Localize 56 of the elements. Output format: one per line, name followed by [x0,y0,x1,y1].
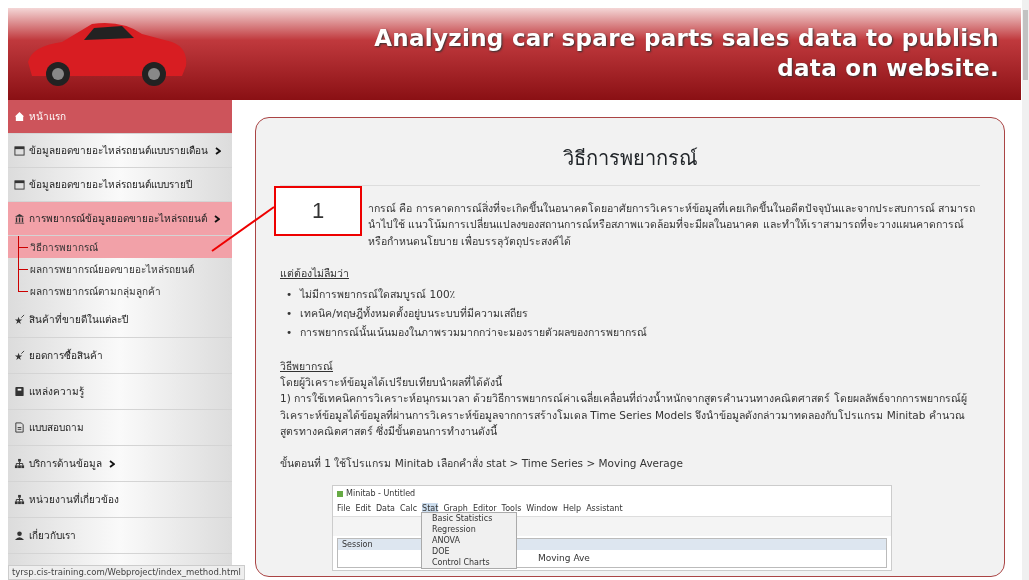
menu-option[interactable]: Basic Statistics [422,513,516,525]
book-icon [14,386,25,397]
star-icon [14,314,25,325]
menu-option[interactable]: ANOVA [422,535,516,547]
step-text: ขั้นตอนที่ 1 ใช้โปรแกรม Minitab เลือกคำสั่ง stat > Time Series > Moving Average [280,455,684,472]
sidebar-item[interactable]: หน่วยงานที่เกี่ยวข้อง [8,482,232,518]
menu-item[interactable]: Assistant [586,503,623,516]
menu-item[interactable]: Tools [501,503,522,516]
calendar-icon [14,145,25,156]
scrollbar[interactable] [1022,0,1029,580]
bullet-marker: • [286,305,293,321]
leader-line [210,205,276,253]
building-icon [14,213,25,224]
intro-paragraph: ากรณ์ คือ การคาดการณ์สิ่งที่จะเกิดขึ้นในอนาคตโดยอาศัยการวิเคราะห์ข้อมูลที่เคยเกิดขึ้นในอดีตปัจจุบันและจากประสบการณ์ สามารถนำไปใช้ แนวโน้มการเปลี่ยนแปลงของสถานการณ์หรือสภาพแวดล้อมที่จะมีผลในอนาคต และทำให้เราสามารถที่จะวางแผนคาดการณ์ หรือกำหนดนโยบาย เพื่อบรรลุวัตถุประสงค์ได้ [368,200,976,249]
menu-option[interactable]: Control Charts [422,557,516,569]
menu-option[interactable]: DOE [422,546,516,558]
submenu-item[interactable]: ผลการพยากรณ์ตามกลุ่มลูกค้า [18,280,232,302]
bullet-item: เทคนิค/ทฤษฎีทั้งหมดตั้งอยู่บนระบบที่มีความเสถียร [300,305,528,322]
sidebar-item[interactable]: ยอดการซื้อสินค้า [8,338,232,374]
menu-item[interactable]: File [337,503,351,516]
status-url: tyrsp.cis-training.com/Webproject/index_method.html [8,565,245,580]
user-icon [14,530,25,541]
menu-item[interactable]: Window [526,503,558,516]
calendar-icon [14,179,25,190]
section-heading: วิธีพยากรณ์ [280,358,334,374]
app-icon [337,491,343,498]
sidebar-item[interactable]: การพยากรณ์ข้อมูลยอดขายอะไหล่รถยนต์ [8,202,232,236]
bullet-marker: • [286,324,293,340]
document-icon [14,422,25,433]
site-title: Analyzing car spare parts sales data to publish data on website. [374,24,999,83]
sidebar-item[interactable]: หน้าแรก [8,100,232,134]
bullet-marker: • [286,287,293,303]
sidebar-item[interactable]: เกี่ยวกับเรา [8,518,232,554]
sidebar-item[interactable]: บริการด้านข้อมูล [8,446,232,482]
bullet-item: การพยากรณ์นั้นเน้นมองในภาพรวมมากกว่าจะมองรายตัวผลของการพยากรณ์ [300,324,648,340]
sidebar-item[interactable]: แหล่งความรู้ [8,374,232,410]
sidebar-item[interactable]: ข้อมูลยอดขายอะไหล่รถยนต์แบบรายเดือน [8,134,232,168]
submenu-item[interactable]: ผลการพยากรณ์ยอดขายอะไหล่รถยนต์ [18,258,232,280]
session-text: Moving Ave [538,552,590,566]
sitemap-icon [14,458,25,469]
section-heading: แต่ต้องไม่ลืมว่า [280,265,350,281]
sitemap-icon [14,494,25,505]
star-icon [14,350,25,361]
menu-item[interactable]: Calc [400,503,418,516]
menu-item[interactable]: Data [375,503,395,516]
paragraph: โดยผู้วิเคราะห์ข้อมูลได้เปรียบเทียบนำผลที่ได้ดังนี้ [280,374,503,391]
sidebar-item[interactable]: แบบสอบถาม [8,410,232,446]
menu-item[interactable]: Help [562,503,582,516]
paragraph: 1) การใช้เทคนิคการวิเคราะห์อนุกรมเวลา ด้วยวิธีการพยากรณ์ค่าเฉลี่ยเคลื่อนที่ถ่วงน้ำหนักจากสูตรคำนวนทางคณิตศาสตร์ โดยผลลัพธ์จากการพยากรณ์ผู้วิเคราะห์ข้อมูลได้ข้อมูลที่ผ่านการวิเคราะห์ข้อมูลจากการสร้างโมเดล Time Series Models จึงนำข้อมูลดังกล่าวมาทดลองกับโปรแกรม Minitab คำนวณสูตรทางคณิตศาสตร์ ซึ่งมีขั้นตอนการทำงานดังนี้ [280,390,968,440]
app-window-title: Minitab - Untitled [346,488,416,501]
menu-item[interactable]: Edit [355,503,371,516]
home-icon [14,111,25,122]
sidebar-item[interactable]: สินค้าที่ขายดีในแต่ละปี [8,302,232,338]
menu-option[interactable]: Regression [422,524,516,536]
bullet-item: ไม่มีการพยากรณ์ใดสมบูรณ์ 100٪ [300,287,456,303]
callout-label: 1 [274,186,362,236]
